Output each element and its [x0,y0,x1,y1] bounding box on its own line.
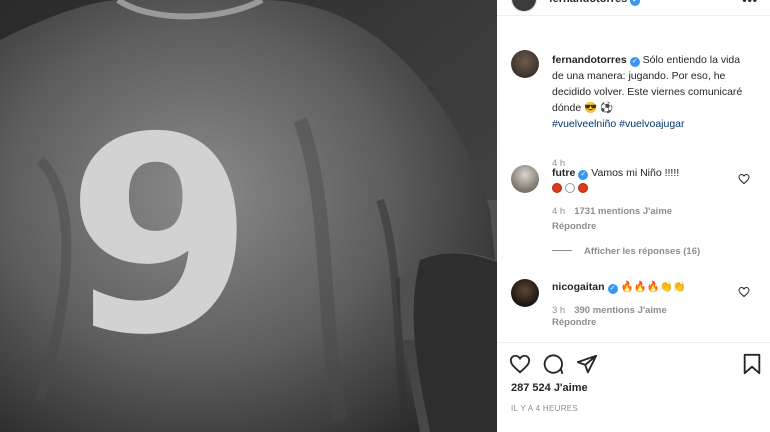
post-photo[interactable]: 9 [0,0,497,432]
verified-badge-icon: ✓ [629,57,640,67]
comment-like-heart-icon[interactable] [738,173,750,185]
caption-body: fernandotorres ✓ Sólo entiendo la vida de… [552,52,752,132]
bookmark-icon[interactable] [742,353,762,375]
jersey-number: 9 [66,79,254,394]
post-timestamp: IL Y A 4 HEURES [511,404,579,413]
comment-likes[interactable]: 1731 mentions J'aime [574,206,672,217]
comment-age: 4 h [552,206,566,217]
comment-text: Vamos mi Niño !!!!! [591,167,680,179]
likes-count[interactable]: 287 524 J'aime [511,382,588,394]
comment-like-heart-icon[interactable] [738,286,750,298]
comment-avatar[interactable] [511,165,539,193]
comment-age: 3 h [552,305,566,316]
reply-button[interactable]: Répondre [552,317,596,328]
caption-hashtags[interactable]: #vuelveelniño #vuelvoajugar [552,118,685,130]
comments-list[interactable]: fernandotorres ✓ Sólo entiendo la vida de… [497,30,770,342]
comment-avatar[interactable] [511,279,539,307]
header-username[interactable]: fernandotorres✓ [549,0,641,6]
comment-meta: 3 h 390 mentions J'aime [552,305,667,316]
verified-badge-icon: ✓ [607,284,618,294]
caption-username[interactable]: fernandotorres [552,54,627,66]
emoji-circles [552,181,732,197]
comment-body: futre ✓ Vamos mi Niño !!!!! [552,165,732,197]
heart-icon[interactable] [509,353,531,375]
jersey-illustration: 9 [0,0,497,432]
red-circle-icon [552,183,562,193]
post-header: fernandotorres✓ ••• [497,0,770,16]
comment-likes[interactable]: 390 mentions J'aime [574,305,667,316]
comment-username[interactable]: futre [552,167,575,179]
white-circle-icon [565,183,575,193]
view-replies[interactable]: Afficher les réponses (16) [552,246,700,257]
share-icon[interactable] [576,353,598,375]
reply-button[interactable]: Répondre [552,221,596,232]
comment-username[interactable]: nicogaitan [552,281,605,293]
comment-meta: 4 h 1731 mentions J'aime [552,206,672,217]
comment-body: nicogaitan ✓ 🔥🔥🔥👏👏 [552,279,732,295]
red-circle-icon [578,183,588,193]
replies-divider [552,250,572,251]
verified-badge-icon: ✓ [578,170,589,180]
comment-icon[interactable] [542,353,564,375]
caption-avatar[interactable] [511,50,539,78]
comment-text: 🔥🔥🔥👏👏 [620,281,686,293]
action-bar: 287 524 J'aime IL Y A 4 HEURES [497,342,770,432]
post-sidebar: fernandotorres✓ ••• fernandotorres✓ Sólo… [497,0,770,432]
more-options-icon[interactable]: ••• [742,0,758,7]
header-avatar[interactable] [511,0,537,12]
verified-badge-icon: ✓ [630,0,641,6]
